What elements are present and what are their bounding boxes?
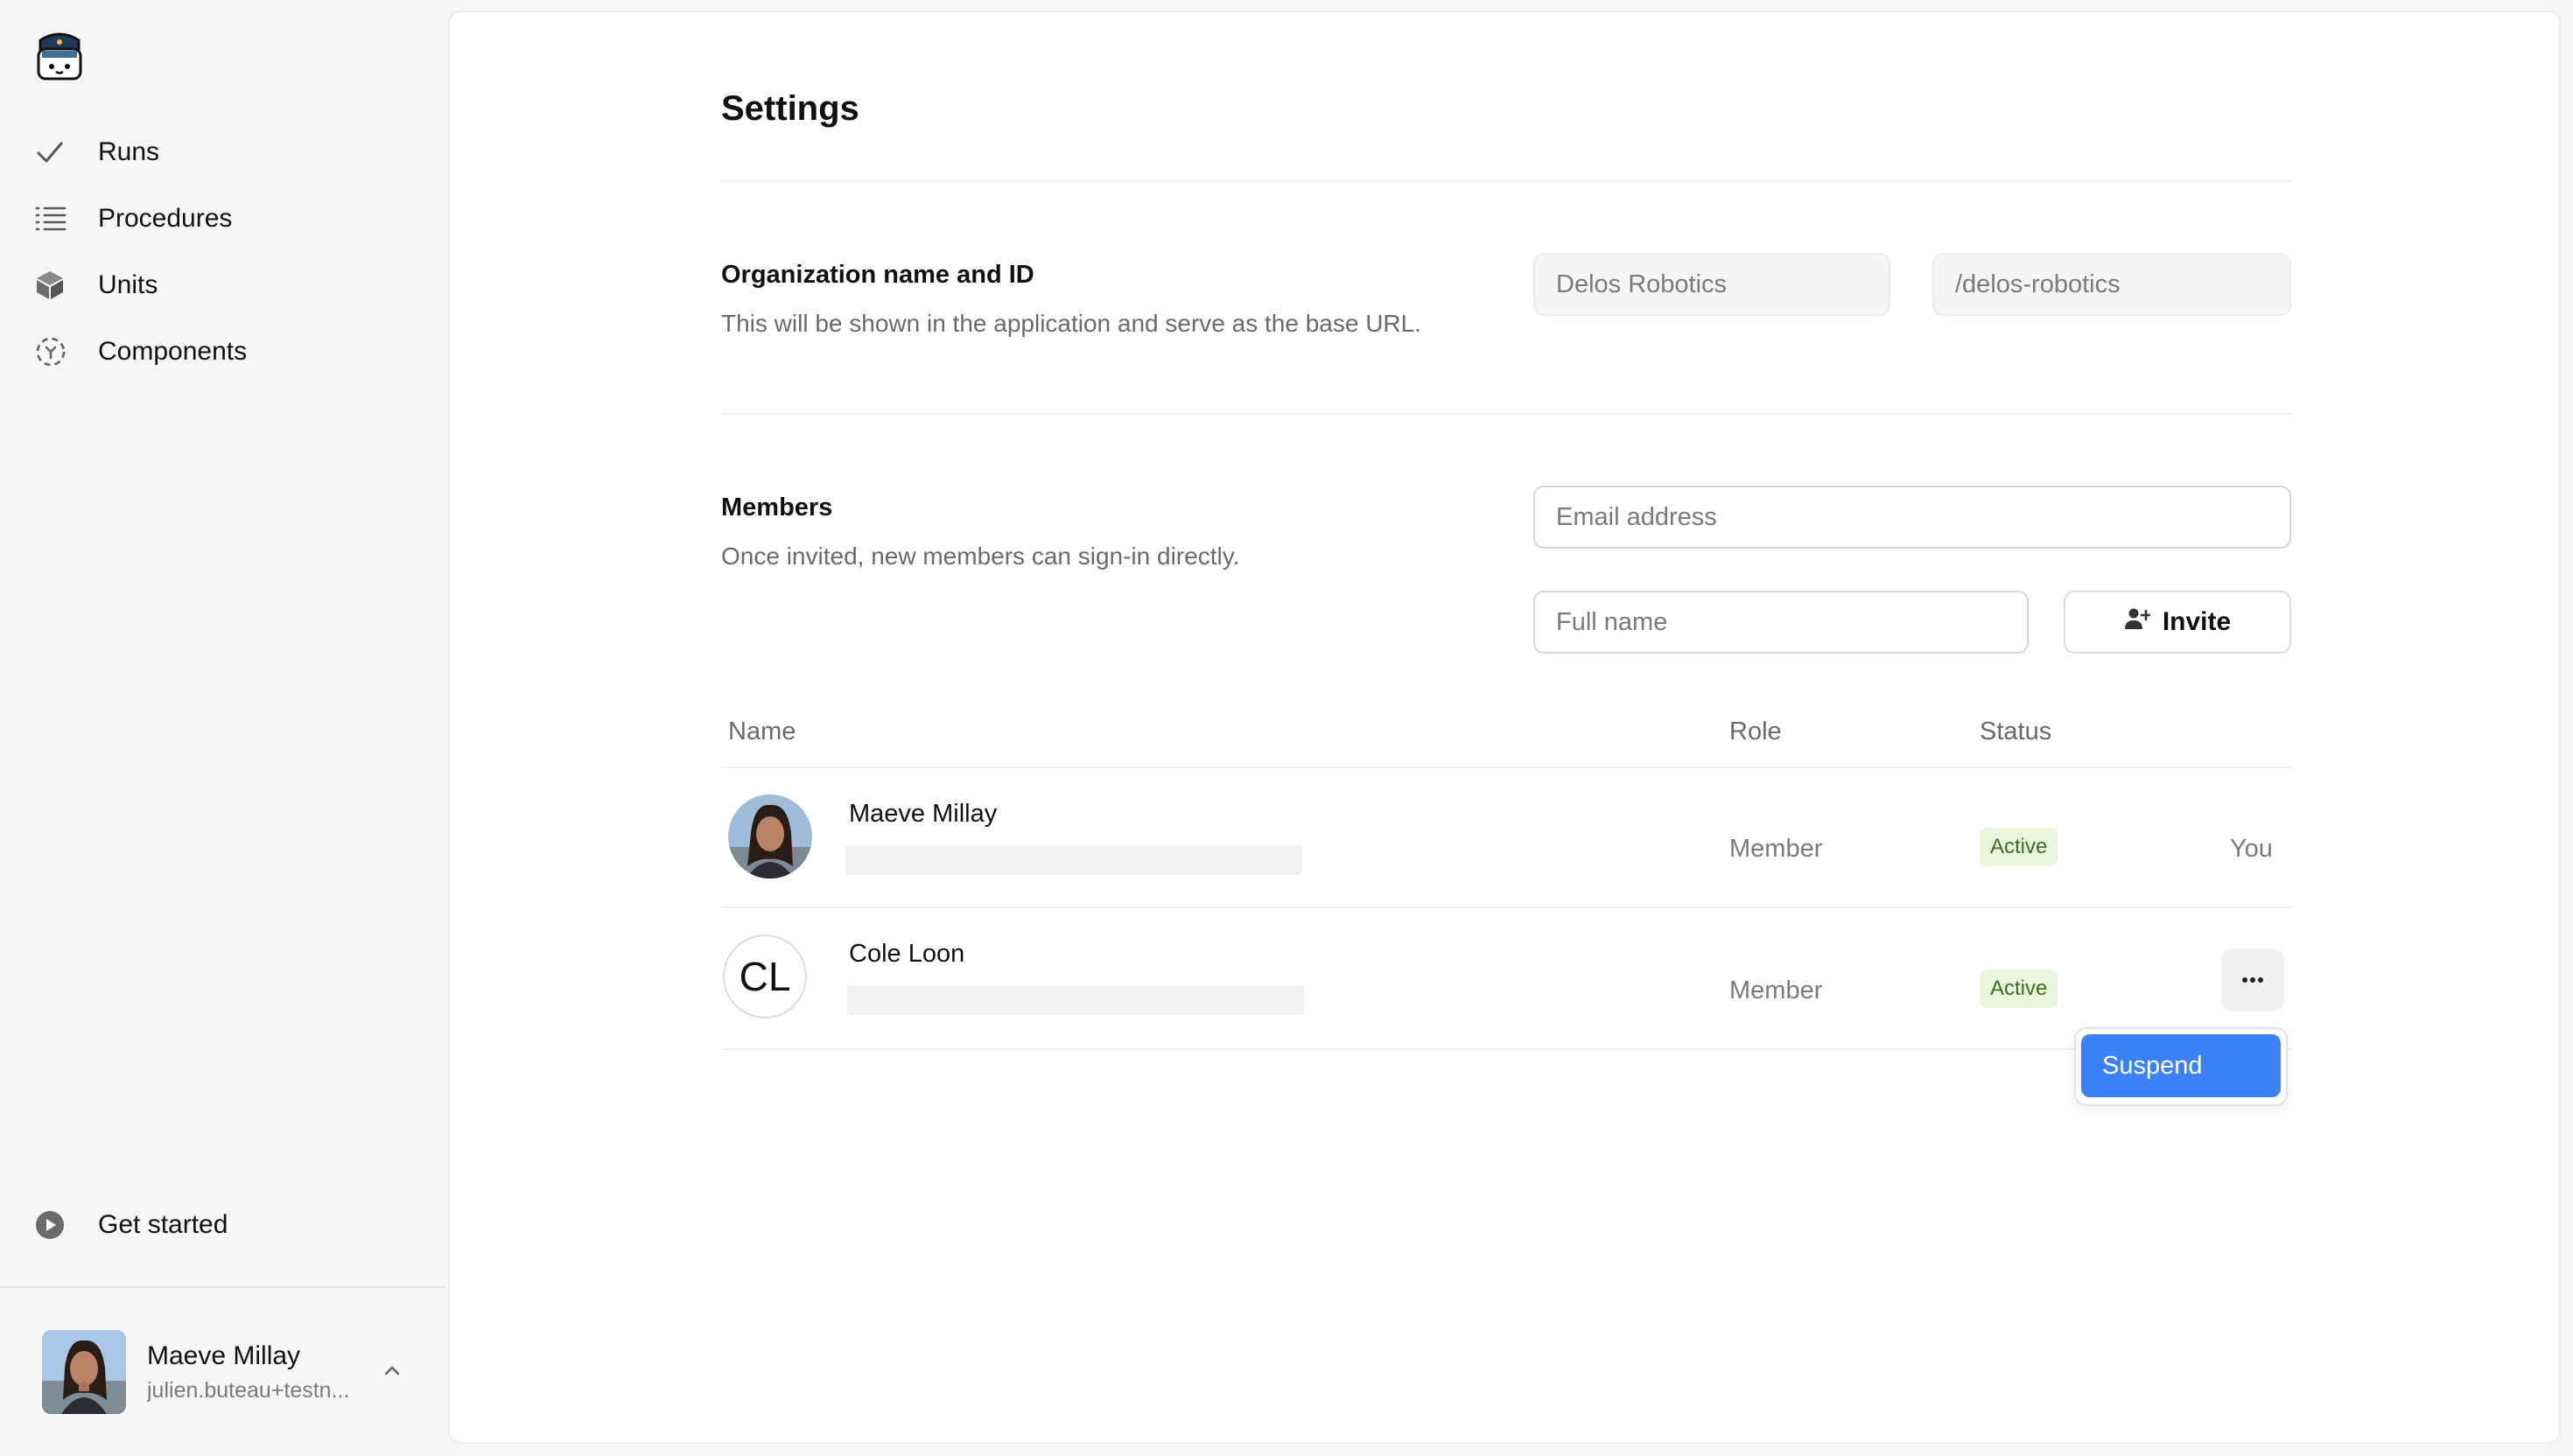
column-header-status: Status xyxy=(1980,718,2052,746)
sidebar-item-runs[interactable]: Runs xyxy=(35,119,247,186)
email-input[interactable]: Email address xyxy=(1533,486,2291,549)
list-icon xyxy=(35,205,84,233)
org-section-title: Organization name and ID xyxy=(721,261,1034,289)
sidebar: Runs Procedures Units Components Get sta… xyxy=(0,0,446,1456)
avatar: CL xyxy=(723,934,807,1018)
column-header-role: Role xyxy=(1729,718,1782,746)
more-horizontal-icon xyxy=(2241,972,2264,988)
members-section-description: Once invited, new members can sign-in di… xyxy=(721,542,1240,570)
get-started-button[interactable]: Get started xyxy=(35,1192,228,1258)
divider xyxy=(721,413,2291,415)
user-meta: Maeve Millay julien.buteau+testn... xyxy=(147,1341,357,1404)
status-badge: Active xyxy=(1980,828,2058,866)
check-icon xyxy=(35,137,84,167)
column-header-name: Name xyxy=(728,718,796,746)
row-divider xyxy=(721,1048,2291,1050)
sidebar-item-label: Runs xyxy=(98,137,160,166)
member-role: Member xyxy=(1729,976,1823,1004)
page-title: Settings xyxy=(721,89,859,128)
current-user-label: You xyxy=(2230,835,2273,863)
invite-label: Invite xyxy=(2162,607,2232,636)
chevron-up-icon xyxy=(383,1364,401,1381)
invite-button[interactable]: Invite xyxy=(2064,591,2291,654)
suspend-menu-item[interactable]: Suspend xyxy=(2081,1034,2281,1097)
more-options-button[interactable] xyxy=(2221,948,2284,1012)
sidebar-item-procedures[interactable]: Procedures xyxy=(35,186,247,252)
row-actions-menu: Suspend xyxy=(2074,1027,2288,1106)
play-circle-icon xyxy=(35,1210,84,1240)
components-icon xyxy=(35,336,84,368)
sidebar-item-label: Procedures xyxy=(98,204,233,233)
table-header-divider xyxy=(721,766,2291,768)
avatar xyxy=(728,794,812,878)
email-placeholder-skeleton xyxy=(845,845,1302,875)
member-role: Member xyxy=(1729,835,1823,863)
avatar xyxy=(42,1330,126,1414)
user-name: Maeve Millay xyxy=(147,1340,301,1370)
member-name: Cole Loon xyxy=(849,940,965,968)
row-divider xyxy=(721,906,2291,908)
sidebar-item-label: Units xyxy=(98,270,158,299)
email-placeholder-skeleton xyxy=(847,985,1304,1015)
main-panel: Settings Organization name and ID This w… xyxy=(448,10,2561,1444)
status-badge: Active xyxy=(1980,970,2058,1008)
user-menu[interactable]: Maeve Millay julien.buteau+testn... xyxy=(42,1328,410,1416)
org-section-description: This will be shown in the application an… xyxy=(721,310,1421,337)
cube-icon xyxy=(35,270,84,301)
full-name-input[interactable]: Full name xyxy=(1533,591,2029,654)
org-id-field[interactable]: /delos-robotics xyxy=(1932,253,2291,316)
members-section-title: Members xyxy=(721,494,833,522)
sidebar-item-units[interactable]: Units xyxy=(35,252,247,318)
get-started-label: Get started xyxy=(98,1210,228,1239)
sidebar-nav: Runs Procedures Units Components xyxy=(35,119,247,385)
divider xyxy=(721,180,2291,182)
app-logo-icon[interactable] xyxy=(35,32,84,82)
org-name-field[interactable]: Delos Robotics xyxy=(1533,253,1890,316)
sidebar-divider xyxy=(0,1286,446,1288)
sidebar-item-components[interactable]: Components xyxy=(35,318,247,385)
sidebar-item-label: Components xyxy=(98,337,248,366)
add-user-icon xyxy=(2124,607,2152,637)
member-name: Maeve Millay xyxy=(849,800,998,828)
user-email: julien.buteau+testn... xyxy=(147,1377,350,1403)
